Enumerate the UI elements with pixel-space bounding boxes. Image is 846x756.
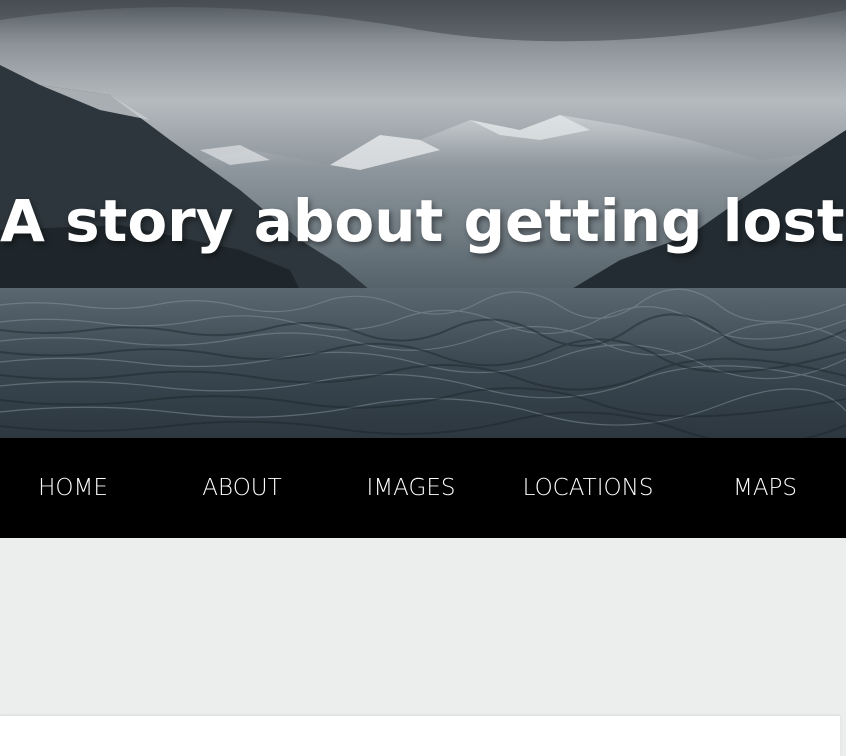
content-area — [0, 538, 846, 716]
hero-title: A story about getting lost. — [0, 187, 846, 255]
nav-item-home[interactable]: HOME — [38, 438, 108, 538]
content-card — [0, 716, 840, 756]
main-navigation: HOME ABOUT IMAGES LOCATIONS MAPS — [0, 438, 846, 538]
nav-item-locations[interactable]: LOCATIONS — [523, 438, 654, 538]
nav-item-images[interactable]: IMAGES — [367, 438, 456, 538]
nav-item-maps[interactable]: MAPS — [733, 438, 797, 538]
nav-item-about[interactable]: ABOUT — [202, 438, 281, 538]
hero-banner: A story about getting lost. — [0, 0, 846, 438]
